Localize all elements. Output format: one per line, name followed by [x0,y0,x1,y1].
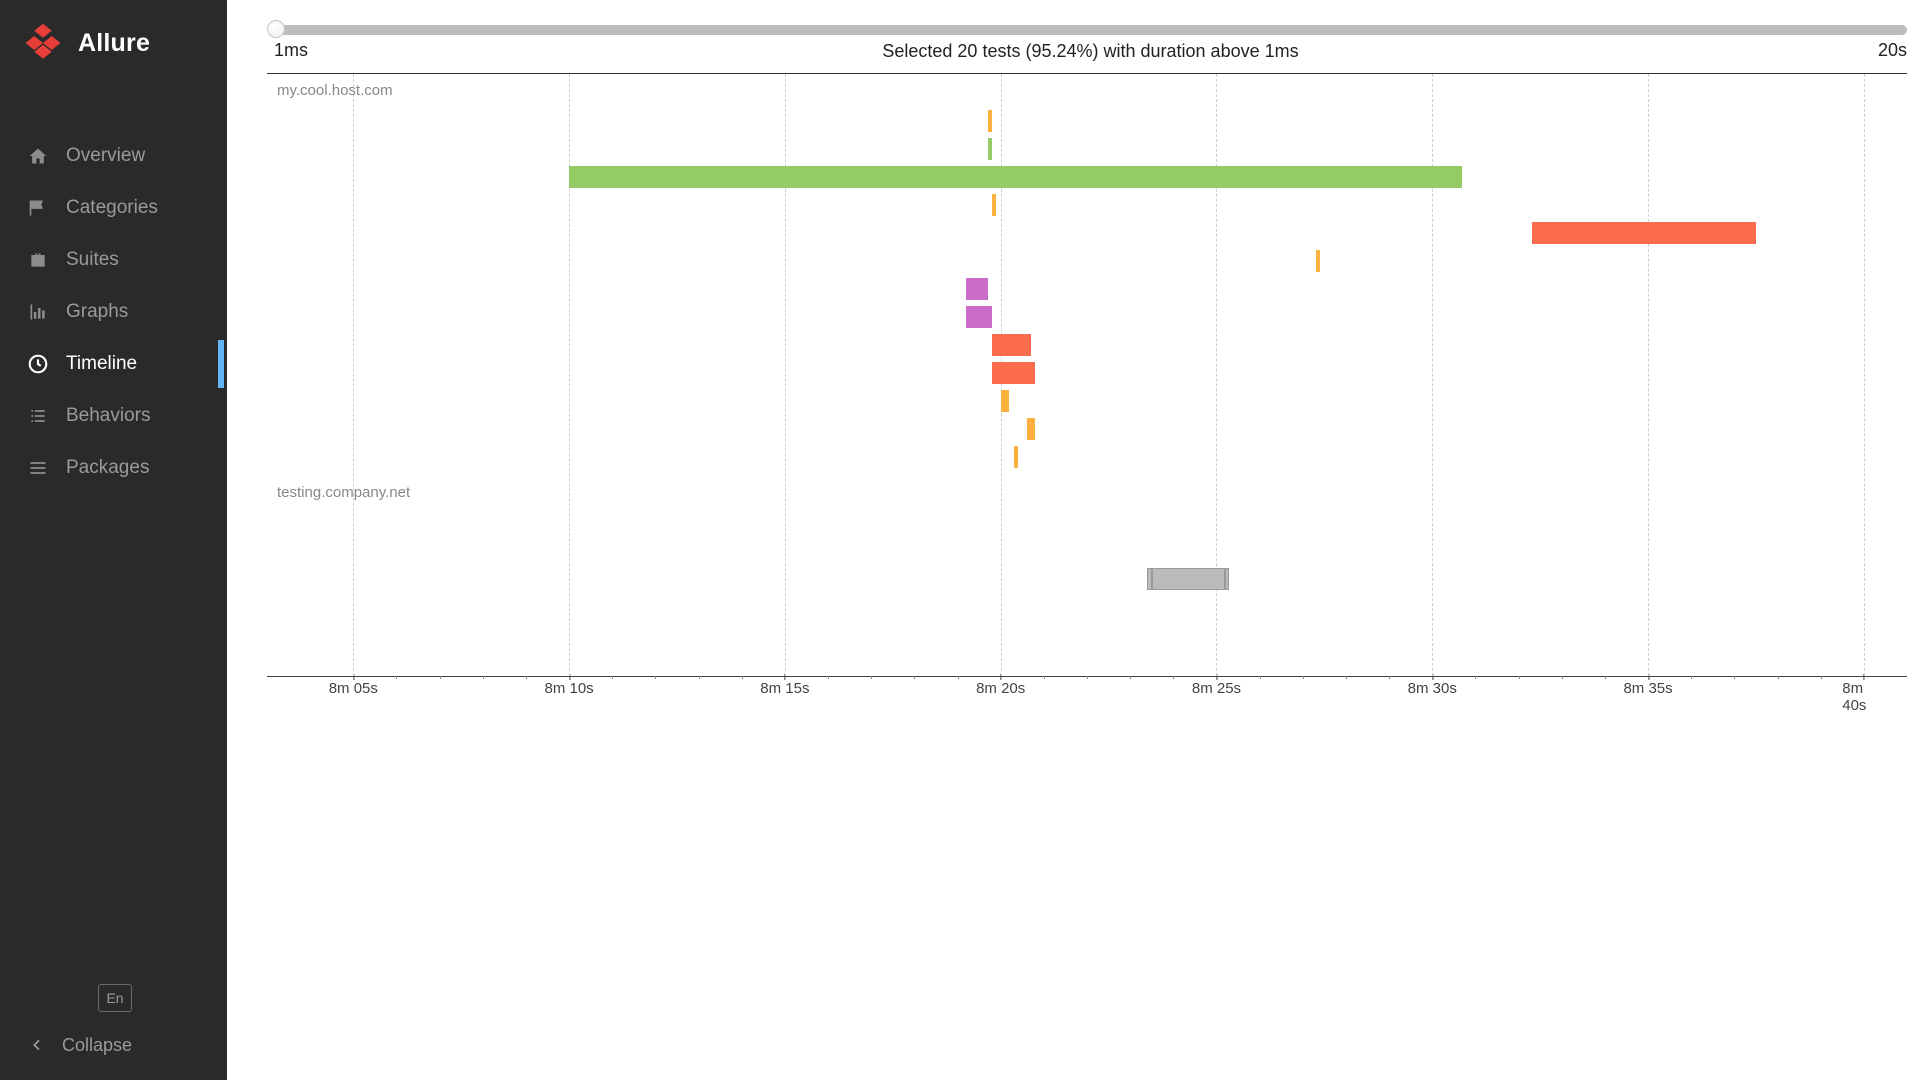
sidebar-item-overview[interactable]: Overview [0,130,227,182]
sidebar-item-graphs[interactable]: Graphs [0,286,227,338]
x-minor-tick [1605,676,1606,679]
duration-filter: Selected 20 tests (95.24%) with duration… [274,25,1907,61]
timeline-body[interactable]: 8m 05s 8m 10s 8m 15s 8m 20s 8m 25s 8m 30s 8m 3… [267,74,1907,706]
slider-thumb[interactable] [267,20,285,38]
x-minor-tick [612,676,613,679]
sidebar-item-packages[interactable]: Packages [0,442,227,494]
test-bar[interactable] [966,278,988,300]
slider-max-label: 20s [1878,40,1907,61]
test-bar[interactable] [988,138,992,160]
x-minor-tick [828,676,829,679]
sidebar-item-label: Suites [66,249,119,271]
test-bar[interactable] [1027,418,1036,440]
x-minor-tick [526,676,527,679]
test-bar[interactable] [1225,568,1229,590]
x-minor-tick [1475,676,1476,679]
x-minor-tick [1821,676,1822,679]
x-minor-tick [1260,676,1261,679]
test-bar[interactable] [988,110,992,132]
gridline [569,74,570,676]
x-minor-tick [396,676,397,679]
x-tick-label: 8m 25s [1192,680,1241,697]
collapse-label: Collapse [62,1035,132,1056]
list-lines-icon [26,456,50,480]
test-bar[interactable] [992,194,996,216]
x-minor-tick [1303,676,1304,679]
x-minor-tick [440,676,441,679]
brand: Allure [0,0,227,86]
test-bar[interactable] [569,166,1462,188]
test-bar[interactable] [1001,390,1010,412]
test-bar[interactable] [1152,568,1225,590]
gridline [1648,74,1649,676]
sidebar: Allure Overview Categories Suites [0,0,227,1080]
chevron-left-icon [26,1034,48,1056]
x-minor-tick [655,676,656,679]
test-bar[interactable] [1316,250,1320,272]
x-minor-tick [699,676,700,679]
language-selector[interactable]: En [98,984,132,1012]
sidebar-item-timeline[interactable]: Timeline [0,338,227,390]
list-icon [26,404,50,428]
x-minor-tick [1562,676,1563,679]
gridline [785,74,786,676]
slider-min-label: 1ms [274,40,308,61]
gridline [1432,74,1433,676]
x-minor-tick [1778,676,1779,679]
gridline [1864,74,1865,676]
test-bar[interactable] [966,306,992,328]
test-bar[interactable] [1532,222,1756,244]
host-label: testing.company.net [277,484,410,501]
x-minor-tick [1130,676,1131,679]
host-label: my.cool.host.com [277,82,393,99]
nav: Overview Categories Suites Graphs [0,86,227,494]
flag-icon [26,196,50,220]
duration-slider[interactable] [274,25,1907,35]
x-minor-tick [1389,676,1390,679]
test-bar[interactable] [992,334,1031,356]
x-minor-tick [958,676,959,679]
home-icon [26,144,50,168]
x-tick-label: 8m 10s [544,680,593,697]
collapse-button[interactable]: Collapse [0,1034,227,1056]
x-minor-tick [1044,676,1045,679]
x-minor-tick [1519,676,1520,679]
x-tick-label: 8m 05s [329,680,378,697]
x-minor-tick [1691,676,1692,679]
x-tick-label: 8m 35s [1623,680,1672,697]
allure-logo-icon [22,22,64,64]
sidebar-item-behaviors[interactable]: Behaviors [0,390,227,442]
x-tick-label: 8m 30s [1408,680,1457,697]
sidebar-item-label: Packages [66,457,149,479]
x-minor-tick [1346,676,1347,679]
main-content: Selected 20 tests (95.24%) with duration… [227,0,1920,1080]
gridline [353,74,354,676]
x-tick-label: 8m 15s [760,680,809,697]
x-minor-tick [1734,676,1735,679]
x-minor-tick [483,676,484,679]
x-minor-tick [871,676,872,679]
briefcase-icon [26,248,50,272]
clock-icon [26,352,50,376]
x-minor-tick [1173,676,1174,679]
brand-title: Allure [78,29,150,58]
test-bar[interactable] [1014,446,1018,468]
sidebar-item-suites[interactable]: Suites [0,234,227,286]
sidebar-item-label: Behaviors [66,405,151,427]
timeline-chart: 8m 05s 8m 10s 8m 15s 8m 20s 8m 25s 8m 30s 8m 3… [267,73,1907,1080]
x-tick-label: 8m 20s [976,680,1025,697]
x-tick-label: 8m 40s [1842,680,1885,714]
test-bar[interactable] [992,362,1035,384]
sidebar-footer: En Collapse [0,966,227,1080]
x-minor-tick [742,676,743,679]
x-minor-tick [914,676,915,679]
bar-chart-icon [26,300,50,324]
sidebar-item-label: Categories [66,197,158,219]
sidebar-item-categories[interactable]: Categories [0,182,227,234]
sidebar-item-label: Graphs [66,301,128,323]
x-minor-tick [1087,676,1088,679]
sidebar-item-label: Overview [66,145,145,167]
sidebar-item-label: Timeline [66,353,137,375]
